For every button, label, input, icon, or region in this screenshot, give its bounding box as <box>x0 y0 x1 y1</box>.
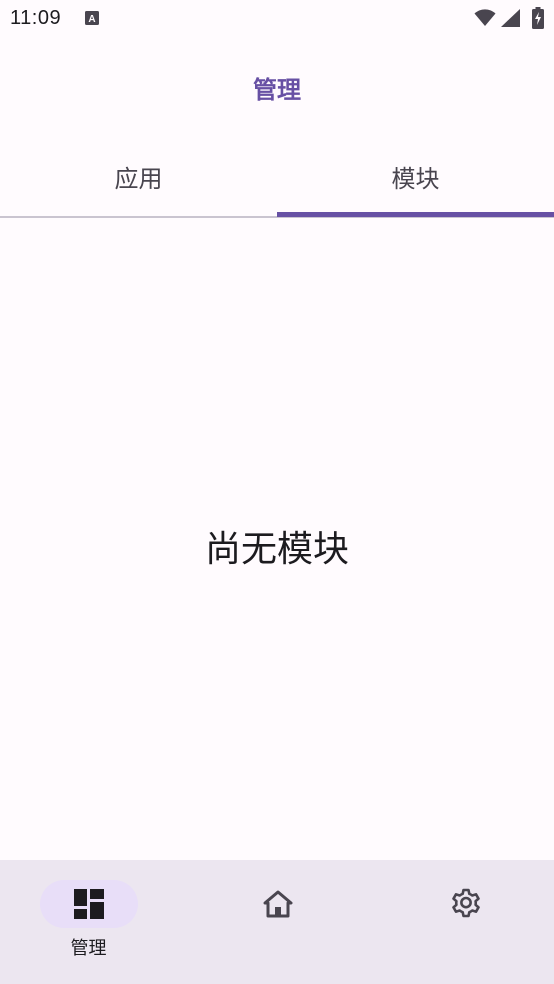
bottom-navigation-bar: 管理 <box>0 860 554 984</box>
nav-item-manage[interactable]: 管理 <box>0 860 181 984</box>
tab-label: 应用 <box>114 164 163 193</box>
status-bar: 11:09 A <box>0 0 554 38</box>
battery-charging-icon <box>532 7 544 29</box>
nav-indicator <box>417 880 515 928</box>
settings-gear-icon <box>450 888 482 920</box>
tab-modules[interactable]: 模块 <box>277 136 554 216</box>
text-a-icon: A <box>84 10 100 26</box>
cell-signal-icon <box>501 9 520 27</box>
svg-text:A: A <box>88 14 95 25</box>
dashboard-icon <box>73 889 104 919</box>
tab-row: 应用 模块 <box>0 136 554 218</box>
nav-active-indicator <box>39 880 138 928</box>
tab-label: 模块 <box>391 164 440 193</box>
home-icon <box>263 889 293 919</box>
nav-indicator <box>229 880 327 928</box>
tab-indicator <box>277 212 554 217</box>
top-app-bar: 管理 <box>0 38 554 136</box>
page-title: 管理 <box>253 76 301 104</box>
nav-item-settings[interactable] <box>373 860 554 984</box>
modules-list: 尚无模块 <box>0 218 554 860</box>
wifi-icon <box>474 9 496 27</box>
nav-item-home[interactable] <box>185 860 370 984</box>
empty-state-message: 尚无模块 <box>204 529 349 570</box>
nav-label: 管理 <box>70 938 107 959</box>
tab-apps[interactable]: 应用 <box>0 136 277 216</box>
status-time: 11:09 <box>10 7 62 29</box>
